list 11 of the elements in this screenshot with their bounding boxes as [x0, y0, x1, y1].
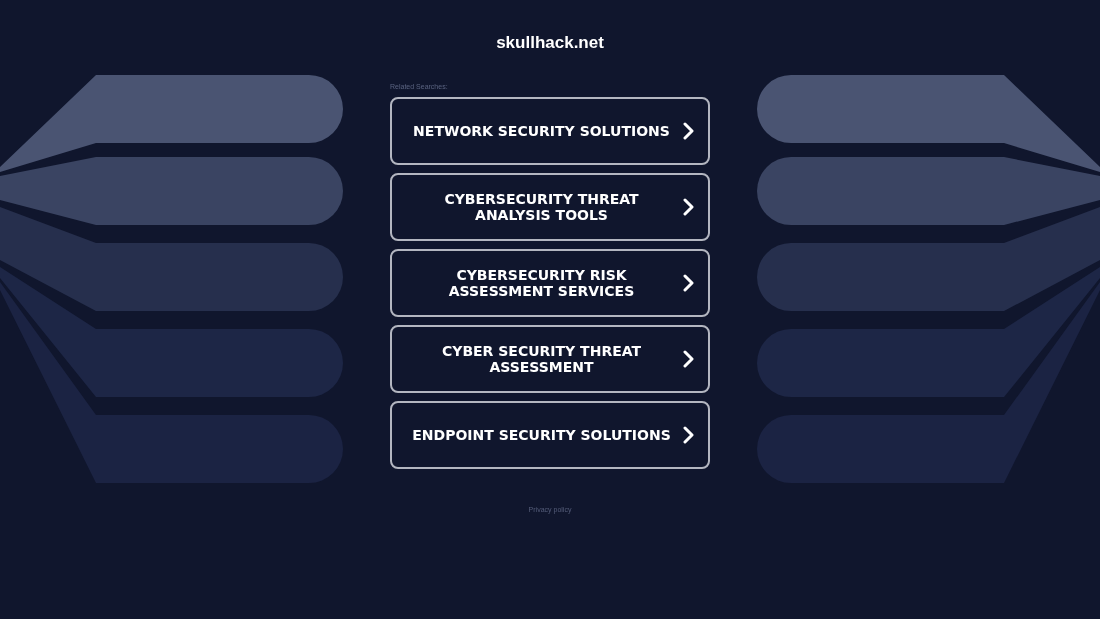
related-search-button[interactable]: CYBER SECURITY THREAT ASSESSMENT	[390, 325, 710, 393]
chevron-right-icon	[683, 274, 694, 292]
chevron-right-icon	[683, 426, 694, 444]
chevron-right-icon	[683, 350, 694, 368]
site-title: skullhack.net	[496, 33, 604, 53]
related-search-button[interactable]: CYBERSECURITY RISK ASSESSMENT SERVICES	[390, 249, 710, 317]
related-search-button[interactable]: CYBERSECURITY THREAT ANALYSIS TOOLS	[390, 173, 710, 241]
chevron-right-icon	[683, 122, 694, 140]
related-search-button[interactable]: NETWORK SECURITY SOLUTIONS	[390, 97, 710, 165]
chevron-right-icon	[683, 198, 694, 216]
related-search-button[interactable]: ENDPOINT SECURITY SOLUTIONS	[390, 401, 710, 469]
